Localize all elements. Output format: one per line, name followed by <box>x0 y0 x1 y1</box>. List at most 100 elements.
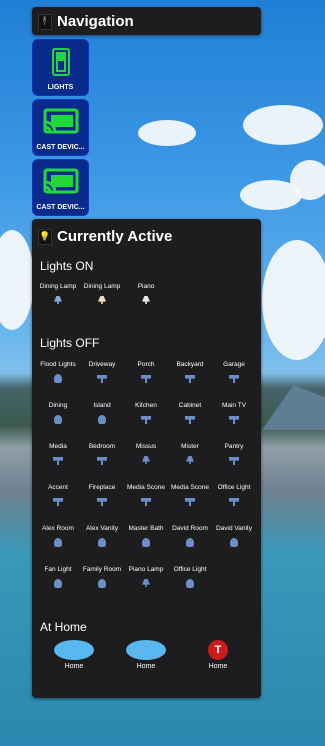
light-entity[interactable]: Alex Room <box>36 523 80 564</box>
lights-off-heading: Lights OFF <box>40 336 100 350</box>
light-entity[interactable]: Kitchen <box>124 400 168 441</box>
light-entity[interactable]: Main TV <box>212 400 256 441</box>
light-entity[interactable]: Dining Lamp <box>36 281 80 322</box>
light-entity[interactable]: Island <box>80 400 124 441</box>
redacted-avatar <box>54 640 94 660</box>
light-entity[interactable]: Accent <box>36 482 80 523</box>
light-entity[interactable]: Mister <box>168 441 212 482</box>
ceiling-light-icon <box>98 538 106 547</box>
light-entity[interactable]: Piano Lamp <box>124 564 168 605</box>
led-strip-icon <box>53 498 63 506</box>
entity-name: Media Scone <box>171 484 209 491</box>
table-lamp-icon <box>142 579 150 587</box>
entity-name: Dining <box>48 402 68 409</box>
entity-name: Master Bath <box>128 525 164 532</box>
entity-name: Dining Lamp <box>83 283 121 290</box>
ceiling-light-icon <box>54 579 62 588</box>
spotlight-icon <box>97 457 107 465</box>
person-state: Home <box>208 663 228 670</box>
light-entity[interactable]: Porch <box>124 359 168 400</box>
entity-name: Main TV <box>221 402 247 409</box>
tile-cast-device-2[interactable]: CAST DEVIC... <box>32 159 89 216</box>
light-entity[interactable]: Fan Light <box>36 564 80 605</box>
currently-active-title: Currently Active <box>57 228 173 245</box>
spotlight-icon <box>141 416 151 424</box>
ceiling-light-icon <box>142 538 150 547</box>
person-entity[interactable]: Home <box>44 640 104 670</box>
ceiling-light-icon <box>98 579 106 588</box>
light-entity[interactable]: Flood Lights <box>36 359 80 400</box>
led-strip-icon <box>97 498 107 506</box>
light-entity[interactable]: Piano <box>124 281 168 322</box>
spotlight-icon <box>229 457 239 465</box>
entity-name: Backyard <box>176 361 204 368</box>
spotlight-icon <box>229 416 239 424</box>
navigation-icon: 🕴 <box>38 13 52 30</box>
entity-name: Island <box>93 402 111 409</box>
light-entity[interactable]: Missus <box>124 441 168 482</box>
entity-name: Piano <box>137 283 155 290</box>
spotlight-icon <box>141 375 151 383</box>
tile-cast-device[interactable]: CAST DEVIC... <box>32 99 89 156</box>
currently-active-card: 💡 Currently Active Lights ON Dining Lamp… <box>32 219 261 698</box>
at-home-heading: At Home <box>40 620 87 634</box>
spotlight-icon <box>97 375 107 383</box>
person-entity[interactable]: Home <box>116 640 176 670</box>
light-entity[interactable]: Media Scone <box>168 482 212 523</box>
light-entity[interactable]: Backyard <box>168 359 212 400</box>
ceiling-light-icon <box>186 538 194 547</box>
entity-name: Mister <box>181 443 199 450</box>
person-entity[interactable]: T Home <box>188 640 248 670</box>
light-entity[interactable]: Media Scone <box>124 482 168 523</box>
light-entity[interactable]: Driveway <box>80 359 124 400</box>
ceiling-light-icon <box>186 579 194 588</box>
entity-name: Family Room <box>82 566 122 573</box>
ceiling-light-icon <box>54 538 62 547</box>
bulb-icon: 💡 <box>38 228 52 245</box>
light-entity[interactable]: Family Room <box>80 564 124 605</box>
tile-label: CAST DEVIC... <box>36 204 85 211</box>
table-lamp-icon <box>98 296 106 304</box>
light-entity[interactable]: Garage <box>212 359 256 400</box>
light-entity[interactable]: Fireplace <box>80 482 124 523</box>
entity-name: Porch <box>137 361 155 368</box>
entity-name: Alex Vanity <box>85 525 119 532</box>
lights-off-grid: Flood Lights Driveway Porch Backyard Gar… <box>36 359 257 605</box>
light-entity[interactable]: Dining <box>36 400 80 441</box>
light-entity[interactable]: Media <box>36 441 80 482</box>
light-entity[interactable]: Office Light <box>212 482 256 523</box>
ceiling-light-icon <box>54 415 62 424</box>
entity-name: Office Light <box>217 484 251 491</box>
tile-label: CAST DEVIC... <box>36 144 85 151</box>
entity-name: David Room <box>172 525 208 532</box>
tile-lights[interactable]: LIGHTS <box>32 39 89 96</box>
entity-name: Garage <box>223 361 245 368</box>
light-entity[interactable]: Pantry <box>212 441 256 482</box>
entity-name: Piano Lamp <box>128 566 164 573</box>
light-entity[interactable]: Alex Vanity <box>80 523 124 564</box>
entity-name: Kitchen <box>135 402 157 409</box>
lights-on-heading: Lights ON <box>40 259 94 273</box>
navigation-title: Navigation <box>57 13 134 30</box>
entity-name: Alex Room <box>42 525 74 532</box>
person-state: Home <box>136 663 156 670</box>
spotlight-icon <box>53 457 63 465</box>
ceiling-light-icon <box>54 374 62 383</box>
light-entity[interactable]: David Vanity <box>212 523 256 564</box>
light-entity[interactable]: Master Bath <box>124 523 168 564</box>
entity-name: Missus <box>135 443 157 450</box>
spotlight-icon <box>185 375 195 383</box>
light-entity[interactable]: David Room <box>168 523 212 564</box>
led-strip-icon <box>185 498 195 506</box>
entity-name: Driveway <box>88 361 116 368</box>
cast-icon <box>43 108 78 134</box>
entity-name: Bedroom <box>88 443 116 450</box>
people-row: Home Home T Home <box>44 640 254 690</box>
light-entity[interactable]: Cabinet <box>168 400 212 441</box>
table-lamp-icon <box>54 296 62 304</box>
entity-name: Pantry <box>224 443 244 450</box>
light-entity[interactable]: Office Light <box>168 564 212 605</box>
light-entity[interactable]: Bedroom <box>80 441 124 482</box>
entity-name: Media <box>49 443 67 450</box>
light-entity[interactable]: Dining Lamp <box>80 281 124 322</box>
